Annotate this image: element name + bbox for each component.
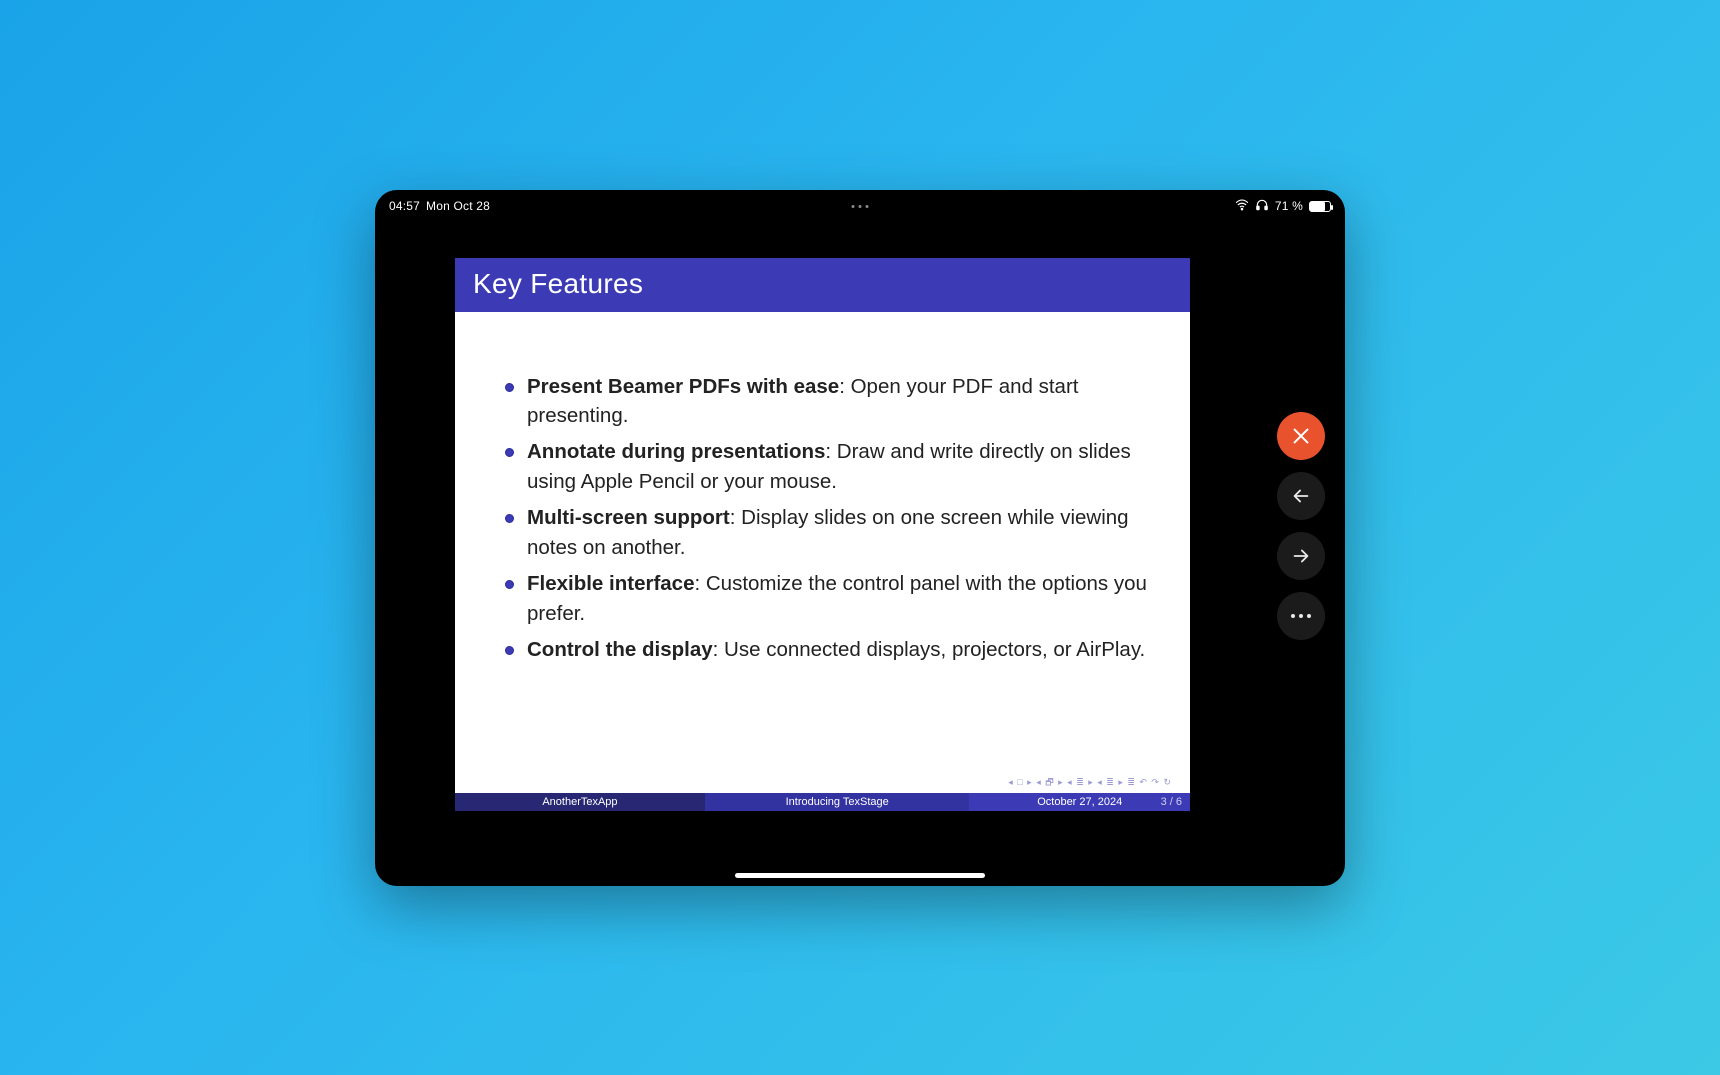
status-time: 04:57 <box>389 199 420 213</box>
list-item: Multi-screen support: Display slides on … <box>505 503 1154 563</box>
footer-title: Introducing TexStage <box>705 793 970 811</box>
list-item: Flexible interface: Customize the contro… <box>505 569 1154 629</box>
next-button[interactable] <box>1277 532 1325 580</box>
arrow-right-icon <box>1290 545 1312 567</box>
slide-title: Key Features <box>455 258 1190 312</box>
dot-icon <box>852 205 855 208</box>
presentation-slide[interactable]: Key Features Present Beamer PDFs with ea… <box>455 258 1190 811</box>
list-item: Control the display: Use connected displ… <box>505 635 1154 665</box>
headphones-icon <box>1255 198 1269 215</box>
arrow-left-icon <box>1290 485 1312 507</box>
ipad-device-frame: 04:57 Mon Oct 28 71 % Key Features Prese… <box>375 190 1345 886</box>
dot-icon <box>866 205 869 208</box>
footer-date: October 27, 2024 3 / 6 <box>969 793 1190 811</box>
dot-icon <box>859 205 862 208</box>
more-icon <box>1291 614 1311 618</box>
home-indicator[interactable] <box>735 873 985 878</box>
status-bar: 04:57 Mon Oct 28 71 % <box>375 198 1345 215</box>
battery-icon <box>1309 201 1331 212</box>
status-date: Mon Oct 28 <box>426 199 490 213</box>
previous-button[interactable] <box>1277 472 1325 520</box>
presenter-controls <box>1277 412 1325 640</box>
list-item: Annotate during presentations: Draw and … <box>505 437 1154 497</box>
more-button[interactable] <box>1277 592 1325 640</box>
beamer-nav-icons: ◂ □ ▸ ◂ 🗗 ▸ ◂ ≣ ▸ ◂ ≣ ▸ ≣ ↶ ↷ ↻ <box>455 773 1190 793</box>
slide-footer: AnotherTexApp Introducing TexStage Octob… <box>455 793 1190 811</box>
footer-author: AnotherTexApp <box>455 793 705 811</box>
footer-page: 3 / 6 <box>1161 793 1182 811</box>
wifi-icon <box>1235 198 1249 215</box>
slide-body: Present Beamer PDFs with ease: Open your… <box>455 312 1190 773</box>
close-icon <box>1290 425 1312 447</box>
multitask-dots[interactable] <box>852 205 869 208</box>
bullet-list: Present Beamer PDFs with ease: Open your… <box>491 372 1154 665</box>
close-button[interactable] <box>1277 412 1325 460</box>
battery-percent: 71 % <box>1275 199 1303 213</box>
list-item: Present Beamer PDFs with ease: Open your… <box>505 372 1154 432</box>
